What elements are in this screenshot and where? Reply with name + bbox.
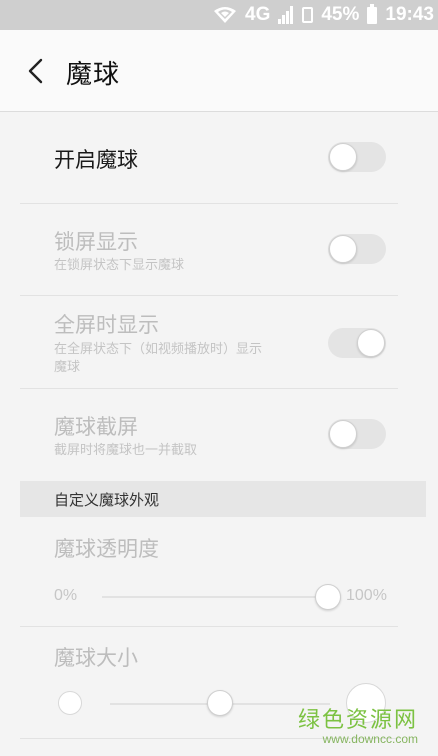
section-title: 自定义魔球外观 bbox=[54, 491, 160, 509]
screenshot-toggle[interactable] bbox=[328, 419, 386, 449]
watermark-text: 绿色资源网 bbox=[297, 708, 418, 733]
clock: 19:43 bbox=[385, 4, 434, 25]
battery-percent: 45% bbox=[321, 4, 360, 25]
back-arrow-icon[interactable] bbox=[22, 54, 52, 88]
fullscreen-subtitle-line1: 在全屏状态下（如视频播放时）显示 bbox=[54, 342, 263, 357]
enable-toggle[interactable] bbox=[328, 142, 386, 172]
page-title: 魔球 bbox=[66, 60, 121, 90]
toggle-knob bbox=[329, 143, 357, 171]
lockscreen-subtitle: 在锁屏状态下显示魔球 bbox=[54, 258, 185, 273]
fullscreen-subtitle-line2: 魔球 bbox=[54, 360, 81, 375]
transparency-row: 魔球透明度 0% 100% bbox=[20, 517, 398, 627]
watermark: 绿色资源网 www.downcc.com bbox=[298, 702, 418, 746]
lockscreen-title: 锁屏显示 bbox=[54, 230, 138, 254]
screenshot-title: 魔球截屏 bbox=[54, 415, 138, 439]
screenshot-subtitle: 截屏时将魔球也一并截取 bbox=[54, 443, 198, 458]
status-icons: 4G 45% 19:43 bbox=[205, 2, 434, 28]
size-title: 魔球大小 bbox=[54, 646, 138, 670]
watermark-url: www.downcc.com bbox=[322, 732, 418, 746]
fullscreen-row[interactable]: 全屏时显示 在全屏状态下（如视频播放时）显示 魔球 bbox=[20, 296, 398, 389]
fullscreen-toggle[interactable] bbox=[328, 328, 386, 358]
lockscreen-toggle[interactable] bbox=[328, 234, 386, 264]
wifi-icon bbox=[214, 7, 236, 23]
toggle-knob bbox=[329, 420, 357, 448]
enable-title: 开启魔球 bbox=[54, 148, 138, 172]
transparency-track[interactable] bbox=[102, 596, 328, 598]
transparency-title: 魔球透明度 bbox=[54, 537, 159, 561]
size-small-icon bbox=[58, 691, 82, 715]
settings-list: 开启魔球 锁屏显示 在锁屏状态下显示魔球 全屏时显示 在全屏状态下（如视频播放时… bbox=[0, 112, 438, 756]
battery-icon bbox=[367, 3, 378, 24]
section-header-appearance: 自定义魔球外观 bbox=[20, 481, 426, 517]
fullscreen-title: 全屏时显示 bbox=[54, 313, 159, 337]
status-bar: 4G 45% 19:43 bbox=[0, 0, 438, 30]
sim-icon bbox=[302, 7, 314, 23]
signal-icon bbox=[278, 6, 294, 24]
toggle-knob bbox=[357, 329, 385, 357]
screenshot-row[interactable]: 魔球截屏 截屏时将魔球也一并截取 bbox=[20, 389, 398, 469]
network-type: 4G bbox=[245, 4, 271, 25]
lockscreen-row[interactable]: 锁屏显示 在锁屏状态下显示魔球 bbox=[20, 204, 398, 296]
size-thumb[interactable] bbox=[207, 690, 233, 716]
transparency-min-label: 0% bbox=[54, 587, 78, 604]
enable-row[interactable]: 开启魔球 bbox=[20, 112, 398, 204]
transparency-max-label: 100% bbox=[346, 587, 387, 604]
transparency-thumb[interactable] bbox=[315, 584, 341, 610]
toggle-knob bbox=[329, 235, 357, 263]
app-bar: 魔球 bbox=[0, 30, 438, 112]
